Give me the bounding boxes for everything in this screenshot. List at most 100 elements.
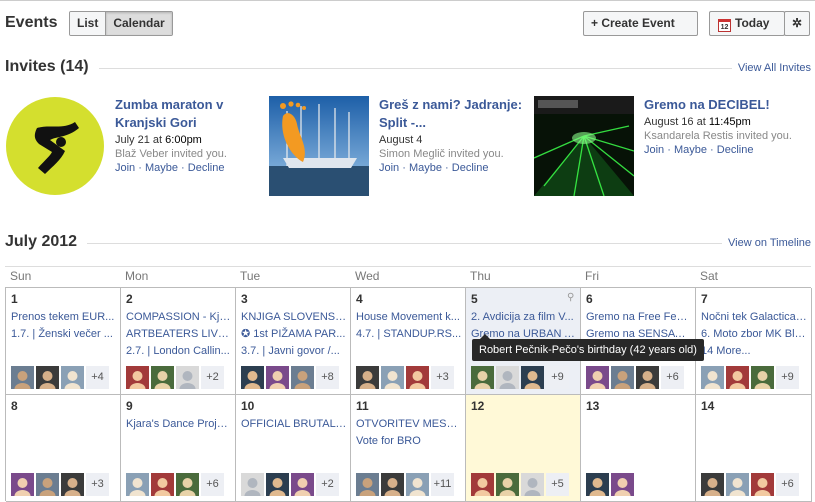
join-link[interactable]: Join bbox=[115, 162, 135, 174]
attendee-avatar[interactable] bbox=[176, 366, 199, 389]
invite-event-name[interactable]: Zumba maraton v Kranjski Gori bbox=[115, 96, 265, 132]
calendar-event-link[interactable]: House Movement k... bbox=[356, 309, 462, 326]
maybe-link[interactable]: Maybe bbox=[674, 144, 707, 156]
attendee-avatar[interactable] bbox=[241, 473, 264, 496]
attendee-avatar[interactable] bbox=[611, 366, 634, 389]
attendee-avatar[interactable] bbox=[61, 366, 84, 389]
attendee-avatar[interactable] bbox=[406, 473, 429, 496]
calendar-event-link[interactable]: ARTBEATERS LIVE f... bbox=[126, 326, 232, 343]
more-attendees-count[interactable]: +5 bbox=[546, 473, 569, 496]
attendee-avatar[interactable] bbox=[751, 473, 774, 496]
invite-event-name[interactable]: Gremo na DECIBEL! bbox=[644, 96, 794, 114]
attendee-avatar[interactable] bbox=[266, 366, 289, 389]
more-attendees-count[interactable]: +3 bbox=[431, 366, 454, 389]
list-view-button[interactable]: List bbox=[70, 12, 106, 35]
today-button[interactable]: 12 Today bbox=[709, 11, 785, 36]
more-attendees-count[interactable]: +8 bbox=[316, 366, 339, 389]
view-on-timeline-link[interactable]: View on Timeline bbox=[722, 237, 811, 249]
attendee-avatar[interactable] bbox=[496, 366, 519, 389]
calendar-event-link[interactable]: 2. Avdicija za film V... bbox=[471, 309, 577, 326]
attendee-avatar[interactable] bbox=[471, 366, 494, 389]
calendar-day-cell[interactable]: 3 KNJIGA SLOVENSKE...✪ 1st PIŽAMA PAR...3… bbox=[236, 288, 351, 395]
calendar-event-link[interactable]: Prenos tekem EUR... bbox=[11, 309, 117, 326]
attendee-avatar[interactable] bbox=[586, 473, 609, 496]
view-all-invites-link[interactable]: View All Invites bbox=[731, 62, 811, 74]
calendar-event-link[interactable]: ✪ 1st PIŽAMA PAR... bbox=[241, 326, 347, 343]
attendee-avatar[interactable] bbox=[406, 366, 429, 389]
calendar-day-cell[interactable]: 4 House Movement k... 4.7. | STANDUP.RS...… bbox=[351, 288, 466, 395]
attendee-avatar[interactable] bbox=[701, 366, 724, 389]
invite-event-name[interactable]: Greš z nami? Jadranje: Split -... bbox=[379, 96, 529, 132]
calendar-day-cell[interactable]: 2 COMPASSION - Kja... ARTBEATERS LIVE f...… bbox=[121, 288, 236, 395]
attendee-avatar[interactable] bbox=[151, 366, 174, 389]
join-link[interactable]: Join bbox=[379, 162, 399, 174]
calendar-event-link[interactable]: 6. Moto zbor MK Bla... bbox=[701, 326, 807, 343]
more-attendees-count[interactable]: +11 bbox=[431, 473, 454, 496]
calendar-event-link[interactable]: 14 More... bbox=[701, 343, 807, 360]
calendar-day-cell[interactable]: 13 bbox=[581, 395, 696, 502]
more-attendees-count[interactable]: +6 bbox=[201, 473, 224, 496]
calendar-day-cell[interactable]: 1 Prenos tekem EUR... 1.7. | Ženski večer … bbox=[6, 288, 121, 395]
calendar-event-link[interactable]: 1.7. | Ženski večer ... bbox=[11, 326, 117, 343]
attendee-avatar[interactable] bbox=[521, 366, 544, 389]
calendar-event-link[interactable]: 3.7. | Javni govor /... bbox=[241, 343, 347, 360]
calendar-event-link[interactable]: OFFICIAL BRUTAL ... bbox=[241, 416, 347, 433]
more-attendees-count[interactable]: +3 bbox=[86, 473, 109, 496]
attendee-avatar[interactable] bbox=[636, 366, 659, 389]
create-event-button[interactable]: + Create Event bbox=[583, 11, 698, 36]
more-attendees-count[interactable]: +6 bbox=[661, 366, 684, 389]
more-attendees-count[interactable]: +9 bbox=[546, 366, 569, 389]
attendee-avatar[interactable] bbox=[381, 473, 404, 496]
settings-gear-button[interactable]: ✲ bbox=[784, 11, 810, 36]
attendee-avatar[interactable] bbox=[151, 473, 174, 496]
calendar-day-cell[interactable]: 11 OTVORITEV MESTN... Vote for BRO +11 bbox=[351, 395, 466, 502]
attendee-avatar[interactable] bbox=[586, 366, 609, 389]
attendee-avatar[interactable] bbox=[126, 366, 149, 389]
join-link[interactable]: Join bbox=[644, 144, 664, 156]
attendee-avatar[interactable] bbox=[356, 473, 379, 496]
calendar-event-link[interactable]: Gremo na Free Fest... bbox=[586, 309, 692, 326]
calendar-event-link[interactable]: OTVORITEV MESTN... bbox=[356, 416, 462, 433]
calendar-event-link[interactable]: KNJIGA SLOVENSKE... bbox=[241, 309, 347, 326]
calendar-day-cell[interactable]: 8 +3 bbox=[6, 395, 121, 502]
decline-link[interactable]: Decline bbox=[717, 144, 754, 156]
more-attendees-count[interactable]: +9 bbox=[776, 366, 799, 389]
attendee-avatar[interactable] bbox=[126, 473, 149, 496]
maybe-link[interactable]: Maybe bbox=[409, 162, 442, 174]
decline-link[interactable]: Decline bbox=[188, 162, 225, 174]
more-attendees-count[interactable]: +2 bbox=[201, 366, 224, 389]
attendee-avatar[interactable] bbox=[611, 473, 634, 496]
decibel-event-image[interactable] bbox=[534, 96, 634, 196]
attendee-avatar[interactable] bbox=[11, 366, 34, 389]
more-attendees-count[interactable]: +6 bbox=[776, 473, 799, 496]
attendee-avatar[interactable] bbox=[11, 473, 34, 496]
attendee-avatar[interactable] bbox=[36, 473, 59, 496]
calendar-event-link[interactable]: Nočni tek Galactica ... bbox=[701, 309, 807, 326]
calendar-day-cell[interactable]: 12 +5 bbox=[466, 395, 581, 502]
attendee-avatar[interactable] bbox=[751, 366, 774, 389]
calendar-view-button[interactable]: Calendar bbox=[105, 12, 172, 35]
zumba-event-image[interactable] bbox=[5, 96, 105, 196]
calendar-day-cell[interactable]: 14 +6 bbox=[696, 395, 812, 502]
sailing-event-image[interactable] bbox=[269, 96, 369, 196]
maybe-link[interactable]: Maybe bbox=[145, 162, 178, 174]
calendar-day-cell[interactable]: 7 Nočni tek Galactica ... 6. Moto zbor MK … bbox=[696, 288, 812, 395]
attendee-avatar[interactable] bbox=[701, 473, 724, 496]
more-attendees-count[interactable]: +2 bbox=[316, 473, 339, 496]
attendee-avatar[interactable] bbox=[291, 366, 314, 389]
calendar-day-cell[interactable]: 9 Kjara's Dance Proje... +6 bbox=[121, 395, 236, 502]
attendee-avatar[interactable] bbox=[291, 473, 314, 496]
decline-link[interactable]: Decline bbox=[452, 162, 489, 174]
calendar-event-link[interactable]: 4.7. | STANDUP.RS... bbox=[356, 326, 462, 343]
calendar-day-cell[interactable]: 10 OFFICIAL BRUTAL ... +2 bbox=[236, 395, 351, 502]
attendee-avatar[interactable] bbox=[61, 473, 84, 496]
attendee-avatar[interactable] bbox=[356, 366, 379, 389]
attendee-avatar[interactable] bbox=[381, 366, 404, 389]
attendee-avatar[interactable] bbox=[726, 366, 749, 389]
attendee-avatar[interactable] bbox=[521, 473, 544, 496]
calendar-event-link[interactable]: 2.7. | London Callin... bbox=[126, 343, 232, 360]
calendar-event-link[interactable]: Vote for BRO bbox=[356, 433, 462, 450]
attendee-avatar[interactable] bbox=[726, 473, 749, 496]
attendee-avatar[interactable] bbox=[176, 473, 199, 496]
calendar-event-link[interactable]: COMPASSION - Kja... bbox=[126, 309, 232, 326]
